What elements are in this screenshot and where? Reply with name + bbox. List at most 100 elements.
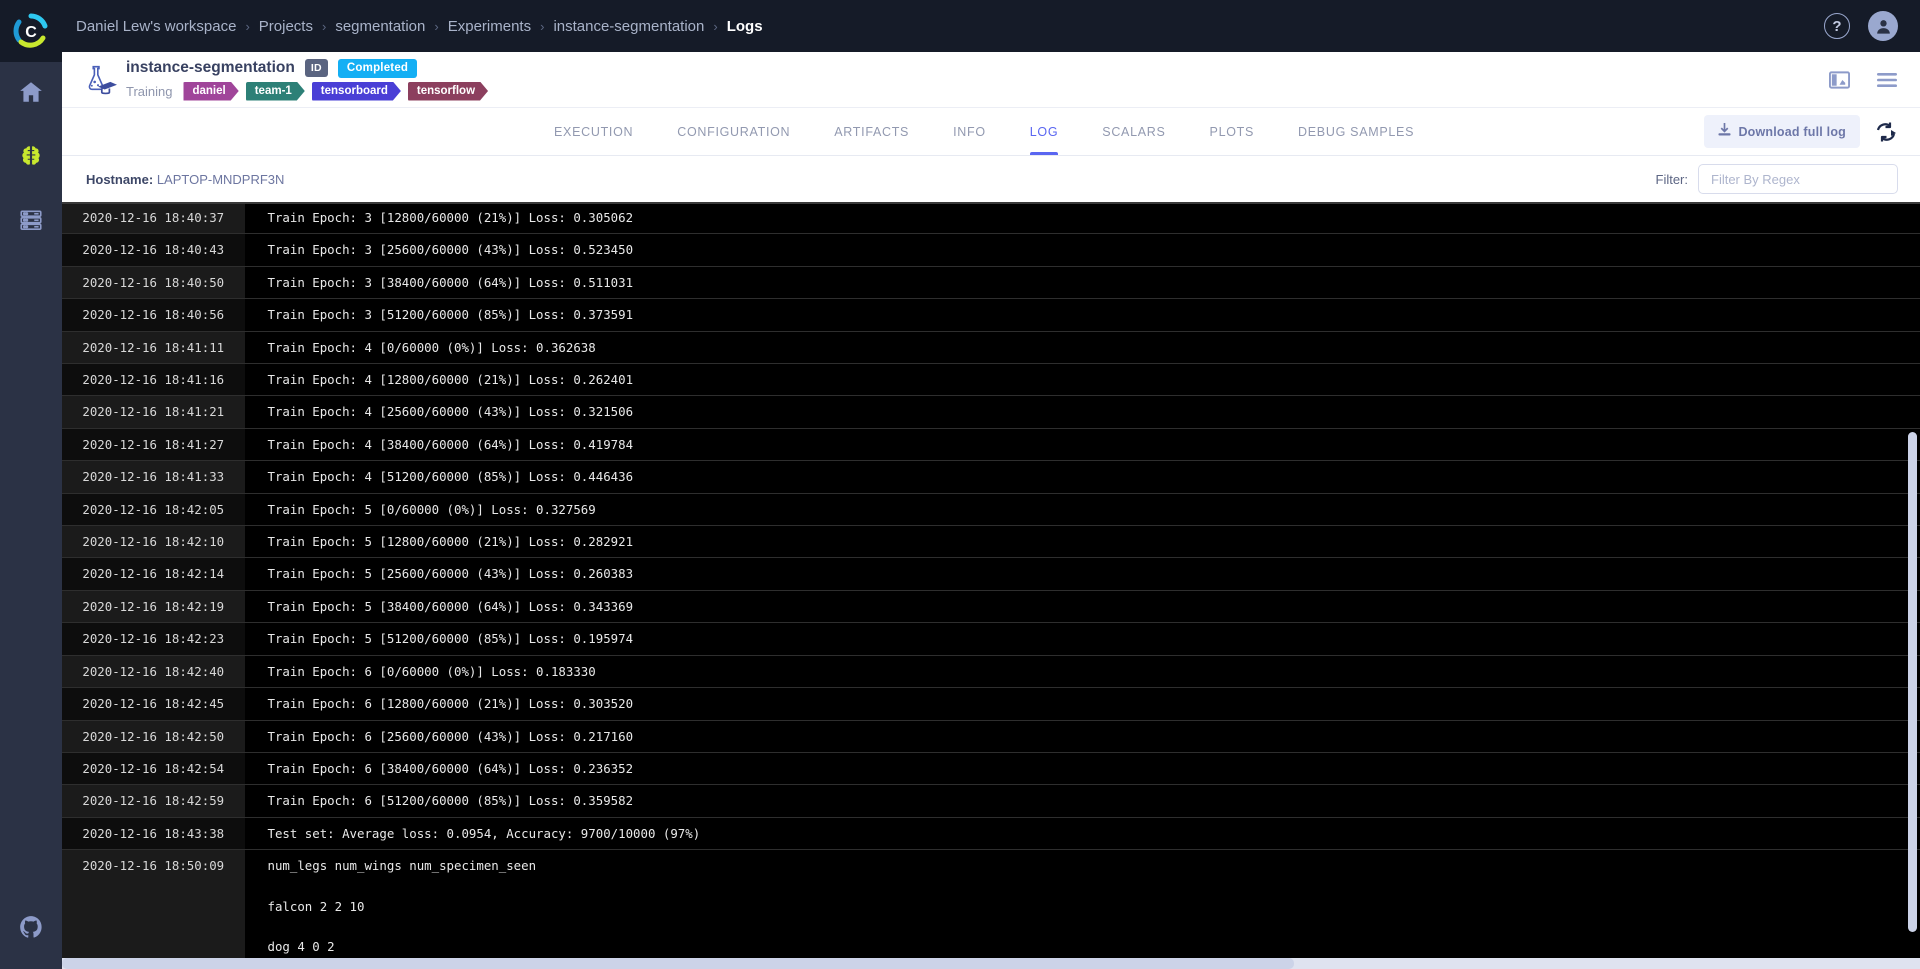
main-column: Daniel Lew's workspace › Projects › segmenta…: [62, 0, 1920, 969]
log-row: 2020-12-16 18:40:37Train Epoch: 3 [12800…: [62, 202, 1920, 234]
tag-tensorflow[interactable]: tensorflow: [408, 82, 488, 101]
log-message: Train Epoch: 5 [25600/60000 (43%)] Loss:…: [245, 558, 1920, 590]
log-timestamp: 2020-12-16 18:42:45: [62, 688, 245, 720]
log-message: Train Epoch: 3 [12800/60000 (21%)] Loss:…: [245, 202, 1920, 234]
hamburger-menu-icon[interactable]: [1876, 72, 1898, 88]
top-bar-actions: ?: [1824, 11, 1898, 41]
breadcrumb-item-daniel-lew-s-workspace[interactable]: Daniel Lew's workspace: [76, 18, 236, 35]
server-icon: [18, 207, 44, 238]
tab-execution[interactable]: EXECUTION: [532, 108, 655, 155]
log-timestamp: 2020-12-16 18:41:27: [62, 428, 245, 460]
auto-refresh-icon[interactable]: [1874, 121, 1898, 143]
log-row: 2020-12-16 18:40:43Train Epoch: 3 [25600…: [62, 234, 1920, 266]
experiment-id-badge[interactable]: ID: [305, 59, 328, 77]
experiment-meta: instance-segmentation ID Completed Train…: [120, 59, 488, 101]
filter-label: Filter:: [1656, 172, 1689, 187]
breadcrumb-item-projects[interactable]: Projects: [259, 18, 313, 35]
breadcrumb-separator: ›: [322, 19, 326, 34]
log-message: Train Epoch: 5 [12800/60000 (21%)] Loss:…: [245, 526, 1920, 558]
log-message: Train Epoch: 4 [12800/60000 (21%)] Loss:…: [245, 364, 1920, 396]
log-row: 2020-12-16 18:40:56 Train Epoch: 3 [51200…: [62, 299, 1920, 331]
experiment-tabs: EXECUTIONCONFIGURATIONARTIFACTSINFOLOGSC…: [62, 108, 1920, 156]
split-panel-icon[interactable]: [1829, 71, 1850, 89]
download-full-log-button[interactable]: Download full log: [1704, 115, 1860, 148]
experiment-header: instance-segmentation ID Completed Train…: [62, 52, 1920, 108]
tag-daniel[interactable]: daniel: [183, 82, 238, 101]
log-table: 2020-12-16 18:40:37Train Epoch: 3 [12800…: [62, 202, 1920, 969]
log-timestamp: 2020-12-16 18:42:05: [62, 493, 245, 525]
hostname-value: LAPTOP-MNDPRF3N: [157, 172, 285, 187]
log-row: 2020-12-16 18:42:19Train Epoch: 5 [38400…: [62, 590, 1920, 622]
log-viewer[interactable]: 2020-12-16 18:40:37Train Epoch: 3 [12800…: [62, 202, 1920, 969]
left-nav-rail: C: [0, 0, 62, 969]
log-message-line: Train Epoch: 6 [12800/60000 (21%)] Loss:…: [268, 694, 1920, 714]
log-row: 2020-12-16 18:42:54Train Epoch: 6 [38400…: [62, 752, 1920, 784]
log-timestamp: 2020-12-16 18:42:59: [62, 785, 245, 817]
tag-tensorboard[interactable]: tensorboard: [312, 82, 401, 101]
log-filter-bar: Hostname: LAPTOP-MNDPRF3N Filter:: [62, 156, 1920, 202]
sidebar-item-github[interactable]: [0, 889, 62, 969]
tab-artifacts[interactable]: ARTIFACTS: [812, 108, 931, 155]
tab-log[interactable]: LOG: [1008, 108, 1081, 155]
log-row: 2020-12-16 18:42:10 Train Epoch: 5 [12800…: [62, 526, 1920, 558]
log-message-line: Train Epoch: 5 [0/60000 (0%)] Loss: 0.32…: [268, 500, 1920, 520]
top-bar: Daniel Lew's workspace › Projects › segmenta…: [62, 0, 1920, 52]
log-timestamp: 2020-12-16 18:42:54: [62, 752, 245, 784]
breadcrumb-item-instance-segmentation[interactable]: instance-segmentation: [553, 18, 704, 35]
brain-icon: [18, 143, 44, 174]
log-row: 2020-12-16 18:41:27 Train Epoch: 4 [38400…: [62, 428, 1920, 460]
home-icon: [18, 79, 44, 110]
tag-team-1[interactable]: team-1: [246, 82, 305, 101]
log-timestamp: 2020-12-16 18:42:10: [62, 526, 245, 558]
log-message: Train Epoch: 6 [0/60000 (0%)] Loss: 0.18…: [245, 655, 1920, 687]
log-message-line: num_legs num_wings num_specimen_seen: [268, 856, 1920, 876]
log-row: 2020-12-16 18:41:11Train Epoch: 4 [0/600…: [62, 331, 1920, 363]
log-message-line: dog 4 0 2: [268, 937, 1920, 957]
log-message: Train Epoch: 3 [25600/60000 (43%)] Loss:…: [245, 234, 1920, 266]
log-horizontal-scrollbar-track[interactable]: [62, 958, 1920, 969]
log-row: 2020-12-16 18:42:23Train Epoch: 5 [51200…: [62, 623, 1920, 655]
log-message-line: Train Epoch: 6 [51200/60000 (85%)] Loss:…: [268, 791, 1920, 811]
log-message: Train Epoch: 4 [25600/60000 (43%)] Loss:…: [245, 396, 1920, 428]
log-message: Train Epoch: 6 [25600/60000 (43%)] Loss:…: [245, 720, 1920, 752]
log-message-line: Train Epoch: 4 [12800/60000 (21%)] Loss:…: [268, 370, 1920, 390]
log-message: Train Epoch: 4 [0/60000 (0%)] Loss: 0.36…: [245, 331, 1920, 363]
download-full-log-label: Download full log: [1738, 125, 1846, 139]
breadcrumb-item-segmentation[interactable]: segmentation: [335, 18, 425, 35]
log-horizontal-scrollbar-thumb[interactable]: [62, 958, 1294, 969]
breadcrumb-item-experiments[interactable]: Experiments: [448, 18, 531, 35]
filter-input[interactable]: [1698, 164, 1898, 194]
log-message-line: Train Epoch: 5 [38400/60000 (64%)] Loss:…: [268, 597, 1920, 617]
filter-control: Filter:: [1656, 164, 1899, 194]
breadcrumb-separator: ›: [713, 19, 717, 34]
log-timestamp: 2020-12-16 18:40:56: [62, 299, 245, 331]
log-row: 2020-12-16 18:42:05 Train Epoch: 5 [0/600…: [62, 493, 1920, 525]
tab-plots[interactable]: PLOTS: [1188, 108, 1277, 155]
log-timestamp: 2020-12-16 18:50:09: [62, 850, 245, 969]
tab-debug-samples[interactable]: DEBUG SAMPLES: [1276, 108, 1436, 155]
experiment-title-row: instance-segmentation ID Completed: [126, 59, 488, 78]
tab-scalars[interactable]: SCALARS: [1080, 108, 1187, 155]
log-timestamp: 2020-12-16 18:41:21: [62, 396, 245, 428]
log-message-line: Train Epoch: 3 [51200/60000 (85%)] Loss:…: [268, 305, 1920, 325]
tab-configuration[interactable]: CONFIGURATION: [655, 108, 812, 155]
experiment-tags-row: Training danielteam-1tensorboardtensorfl…: [126, 82, 488, 101]
sidebar-item-home[interactable]: [0, 62, 62, 126]
sidebar-item-projects[interactable]: [0, 126, 62, 190]
tab-list: EXECUTIONCONFIGURATIONARTIFACTSINFOLOGSC…: [532, 108, 1436, 155]
hostname-label: Hostname:: [86, 172, 153, 187]
tab-info[interactable]: INFO: [931, 108, 1008, 155]
svg-text:C: C: [25, 24, 37, 41]
log-message-line: Train Epoch: 4 [38400/60000 (64%)] Loss:…: [268, 435, 1920, 455]
log-vertical-scrollbar[interactable]: [1908, 432, 1917, 932]
log-message-line: Train Epoch: 5 [12800/60000 (21%)] Loss:…: [268, 532, 1920, 552]
breadcrumb-separator: ›: [434, 19, 438, 34]
log-message-line: falcon 2 2 10: [268, 897, 1920, 917]
app-logo[interactable]: C: [0, 0, 62, 62]
sidebar-item-datasets[interactable]: [0, 190, 62, 254]
breadcrumb: Daniel Lew's workspace › Projects › segmenta…: [76, 18, 763, 35]
avatar[interactable]: [1868, 11, 1898, 41]
help-icon[interactable]: ?: [1824, 13, 1850, 39]
page-title: instance-segmentation: [126, 59, 295, 77]
log-message: Train Epoch: 3 [38400/60000 (64%)] Loss:…: [245, 266, 1920, 298]
